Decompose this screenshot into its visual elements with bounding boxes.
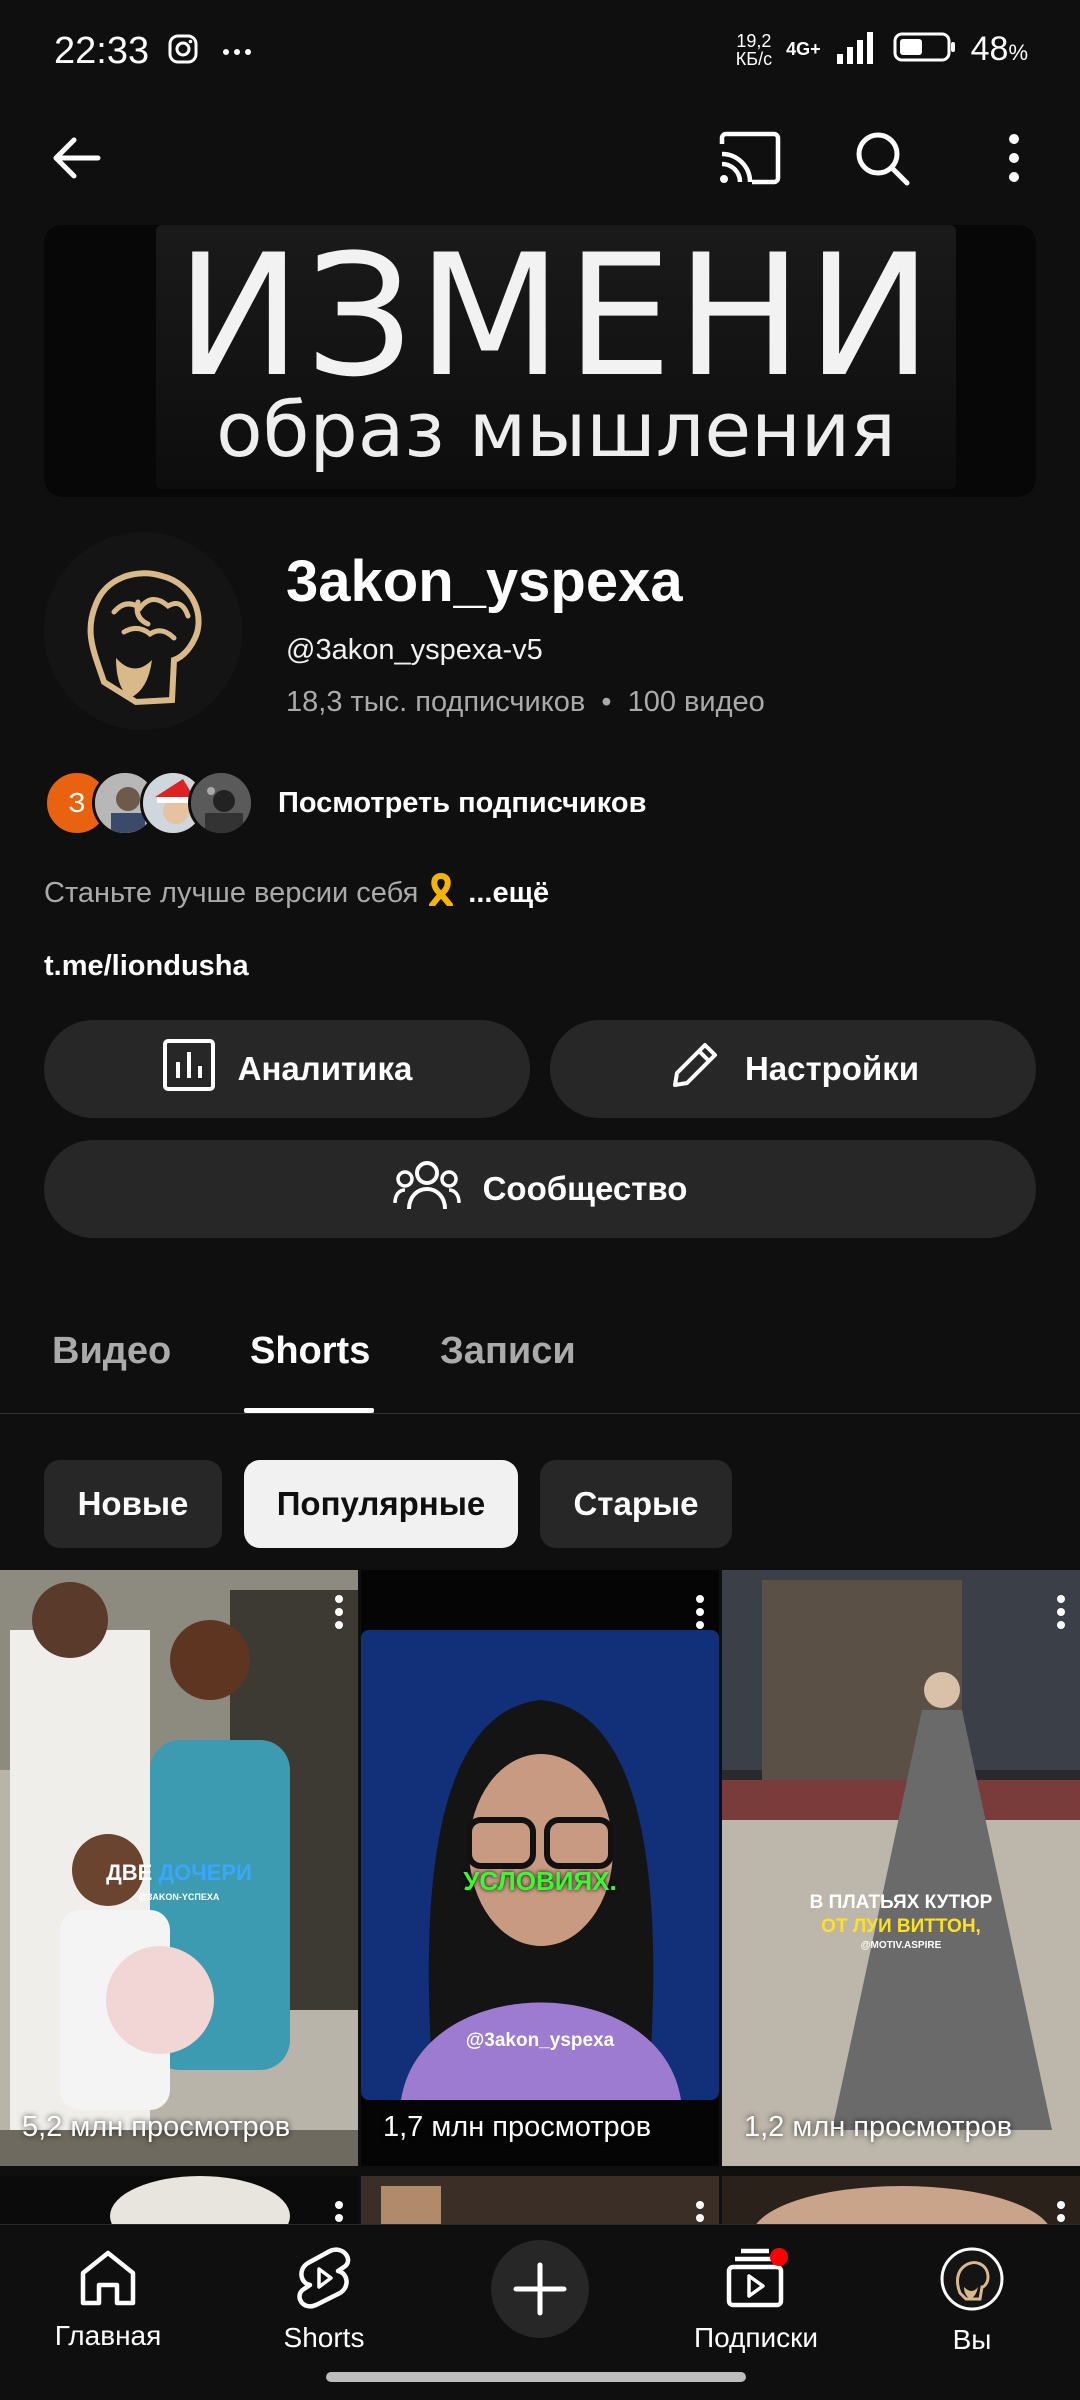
more-options-button[interactable] xyxy=(980,126,1048,194)
short-caption-highlight: ОТ ЛУИ ВИТТОН, xyxy=(821,1916,981,1937)
analytics-chart-icon xyxy=(162,1038,216,1100)
search-button[interactable] xyxy=(848,126,916,194)
community-button[interactable]: Сообщество xyxy=(44,1140,1036,1238)
channel-link[interactable]: t.me/liondusha xyxy=(44,950,249,983)
view-subscribers-label: Посмотреть подписчиков xyxy=(278,786,647,819)
channel-handle: @3akon_yspexa-v5 xyxy=(286,634,543,666)
short-watermark: @MOTIV.ASPIRE xyxy=(860,1940,942,1951)
kebab-menu-icon xyxy=(1008,133,1020,188)
battery-percent: 48% xyxy=(970,30,1028,68)
subscriber-avatar xyxy=(188,770,254,836)
network-speed: 19,2 КБ/с xyxy=(735,30,773,69)
short-more-icon[interactable] xyxy=(1056,1594,1066,1635)
settings-button[interactable]: Настройки xyxy=(550,1020,1036,1118)
back-arrow-icon xyxy=(48,130,104,191)
more-notifications-icon xyxy=(222,43,252,61)
cast-button[interactable] xyxy=(716,126,784,194)
nav-subscriptions[interactable]: Подписки xyxy=(656,2247,856,2354)
short-thumbnail[interactable]: УСЛОВИЯХ. @3akon_yspexa 1,7 млн просмотр… xyxy=(361,1570,719,2166)
subscriber-count: 18,3 тыс. подписчиков xyxy=(286,686,586,718)
back-button[interactable] xyxy=(42,126,110,194)
profile-avatar-icon xyxy=(940,2247,1004,2316)
chip-popular[interactable]: Популярные xyxy=(244,1460,518,1548)
channel-description[interactable]: Станьте лучше версии себя ...ещё xyxy=(44,872,549,914)
channel-stats: 18,3 тыс. подписчиков • 100 видео xyxy=(286,686,765,718)
video-count: 100 видео xyxy=(627,686,765,718)
channel-avatar[interactable] xyxy=(44,532,242,730)
brain-head-logo-icon xyxy=(44,532,242,730)
people-icon xyxy=(392,1157,461,1221)
banner-subheadline: образ мышления xyxy=(216,385,896,474)
active-tab-indicator xyxy=(244,1408,374,1413)
app-bar xyxy=(0,108,1080,212)
home-indicator[interactable] xyxy=(326,2372,746,2382)
yellow-ribbon-icon xyxy=(428,872,454,914)
short-caption: В ПЛАТЬЯХ КУТЮР xyxy=(809,1892,993,1913)
network-type: 4G+ xyxy=(786,39,821,59)
create-plus-icon xyxy=(490,2239,590,2344)
search-icon xyxy=(853,129,911,192)
signal-icon xyxy=(835,30,879,69)
short-watermark: @3AKON-YCПEXA xyxy=(138,1892,220,1902)
tab-posts[interactable]: Записи xyxy=(440,1330,576,1373)
pencil-icon xyxy=(667,1037,723,1101)
view-subscribers-row[interactable]: З Посмотреть подписчиков xyxy=(44,770,646,836)
chip-newest[interactable]: Новые xyxy=(44,1460,222,1548)
cast-icon xyxy=(718,130,782,191)
channel-tabs: Видео Shorts Записи xyxy=(0,1290,1080,1414)
subscriptions-icon xyxy=(723,2247,789,2314)
status-bar: 22:33 19,2 КБ/с 4G+ 48% xyxy=(0,0,1080,108)
nav-you[interactable]: Вы xyxy=(872,2247,1072,2356)
short-views: 1,7 млн просмотров xyxy=(383,2111,652,2143)
home-icon xyxy=(77,2247,139,2312)
short-caption: ДВЕ ДОЧЕРИ xyxy=(106,1860,252,1885)
short-thumbnail[interactable]: В ПЛАТЬЯХ КУТЮР ОТ ЛУИ ВИТТОН, @MOTIV.AS… xyxy=(722,1570,1080,2166)
shorts-icon xyxy=(296,2247,352,2314)
channel-banner: ИЗМЕНИ образ мышления xyxy=(44,225,1036,497)
nav-create[interactable] xyxy=(440,2239,640,2344)
shorts-grid: ДВЕ ДОЧЕРИ @3AKON-YCПEXA 5,2 млн просмот… xyxy=(0,1570,1080,2236)
short-thumbnail[interactable]: ДВЕ ДОЧЕРИ @3AKON-YCПEXA 5,2 млн просмот… xyxy=(0,1570,358,2166)
short-image xyxy=(722,1570,1080,2166)
tab-shorts[interactable]: Shorts xyxy=(250,1330,370,1373)
tab-videos[interactable]: Видео xyxy=(52,1330,171,1373)
short-more-icon[interactable] xyxy=(334,1594,344,1635)
analytics-button[interactable]: Аналитика xyxy=(44,1020,530,1118)
channel-name: 3akon_yspexa xyxy=(286,549,683,614)
status-time: 22:33 xyxy=(54,30,150,72)
short-watermark: @3akon_yspexa xyxy=(465,2030,615,2051)
short-more-icon[interactable] xyxy=(695,1594,705,1635)
short-views: 1,2 млн просмотров xyxy=(744,2111,1013,2143)
short-views: 5,2 млн просмотров xyxy=(22,2111,291,2143)
short-caption: УСЛОВИЯХ. xyxy=(463,1866,617,1896)
more-description-link[interactable]: ...ещё xyxy=(468,877,549,910)
nav-home[interactable]: Главная xyxy=(8,2247,208,2352)
battery-icon xyxy=(893,31,957,68)
instagram-icon xyxy=(168,34,198,69)
chip-oldest[interactable]: Старые xyxy=(540,1460,732,1548)
banner-headline: ИЗМЕНИ xyxy=(175,225,937,414)
nav-shorts[interactable]: Shorts xyxy=(224,2247,424,2354)
